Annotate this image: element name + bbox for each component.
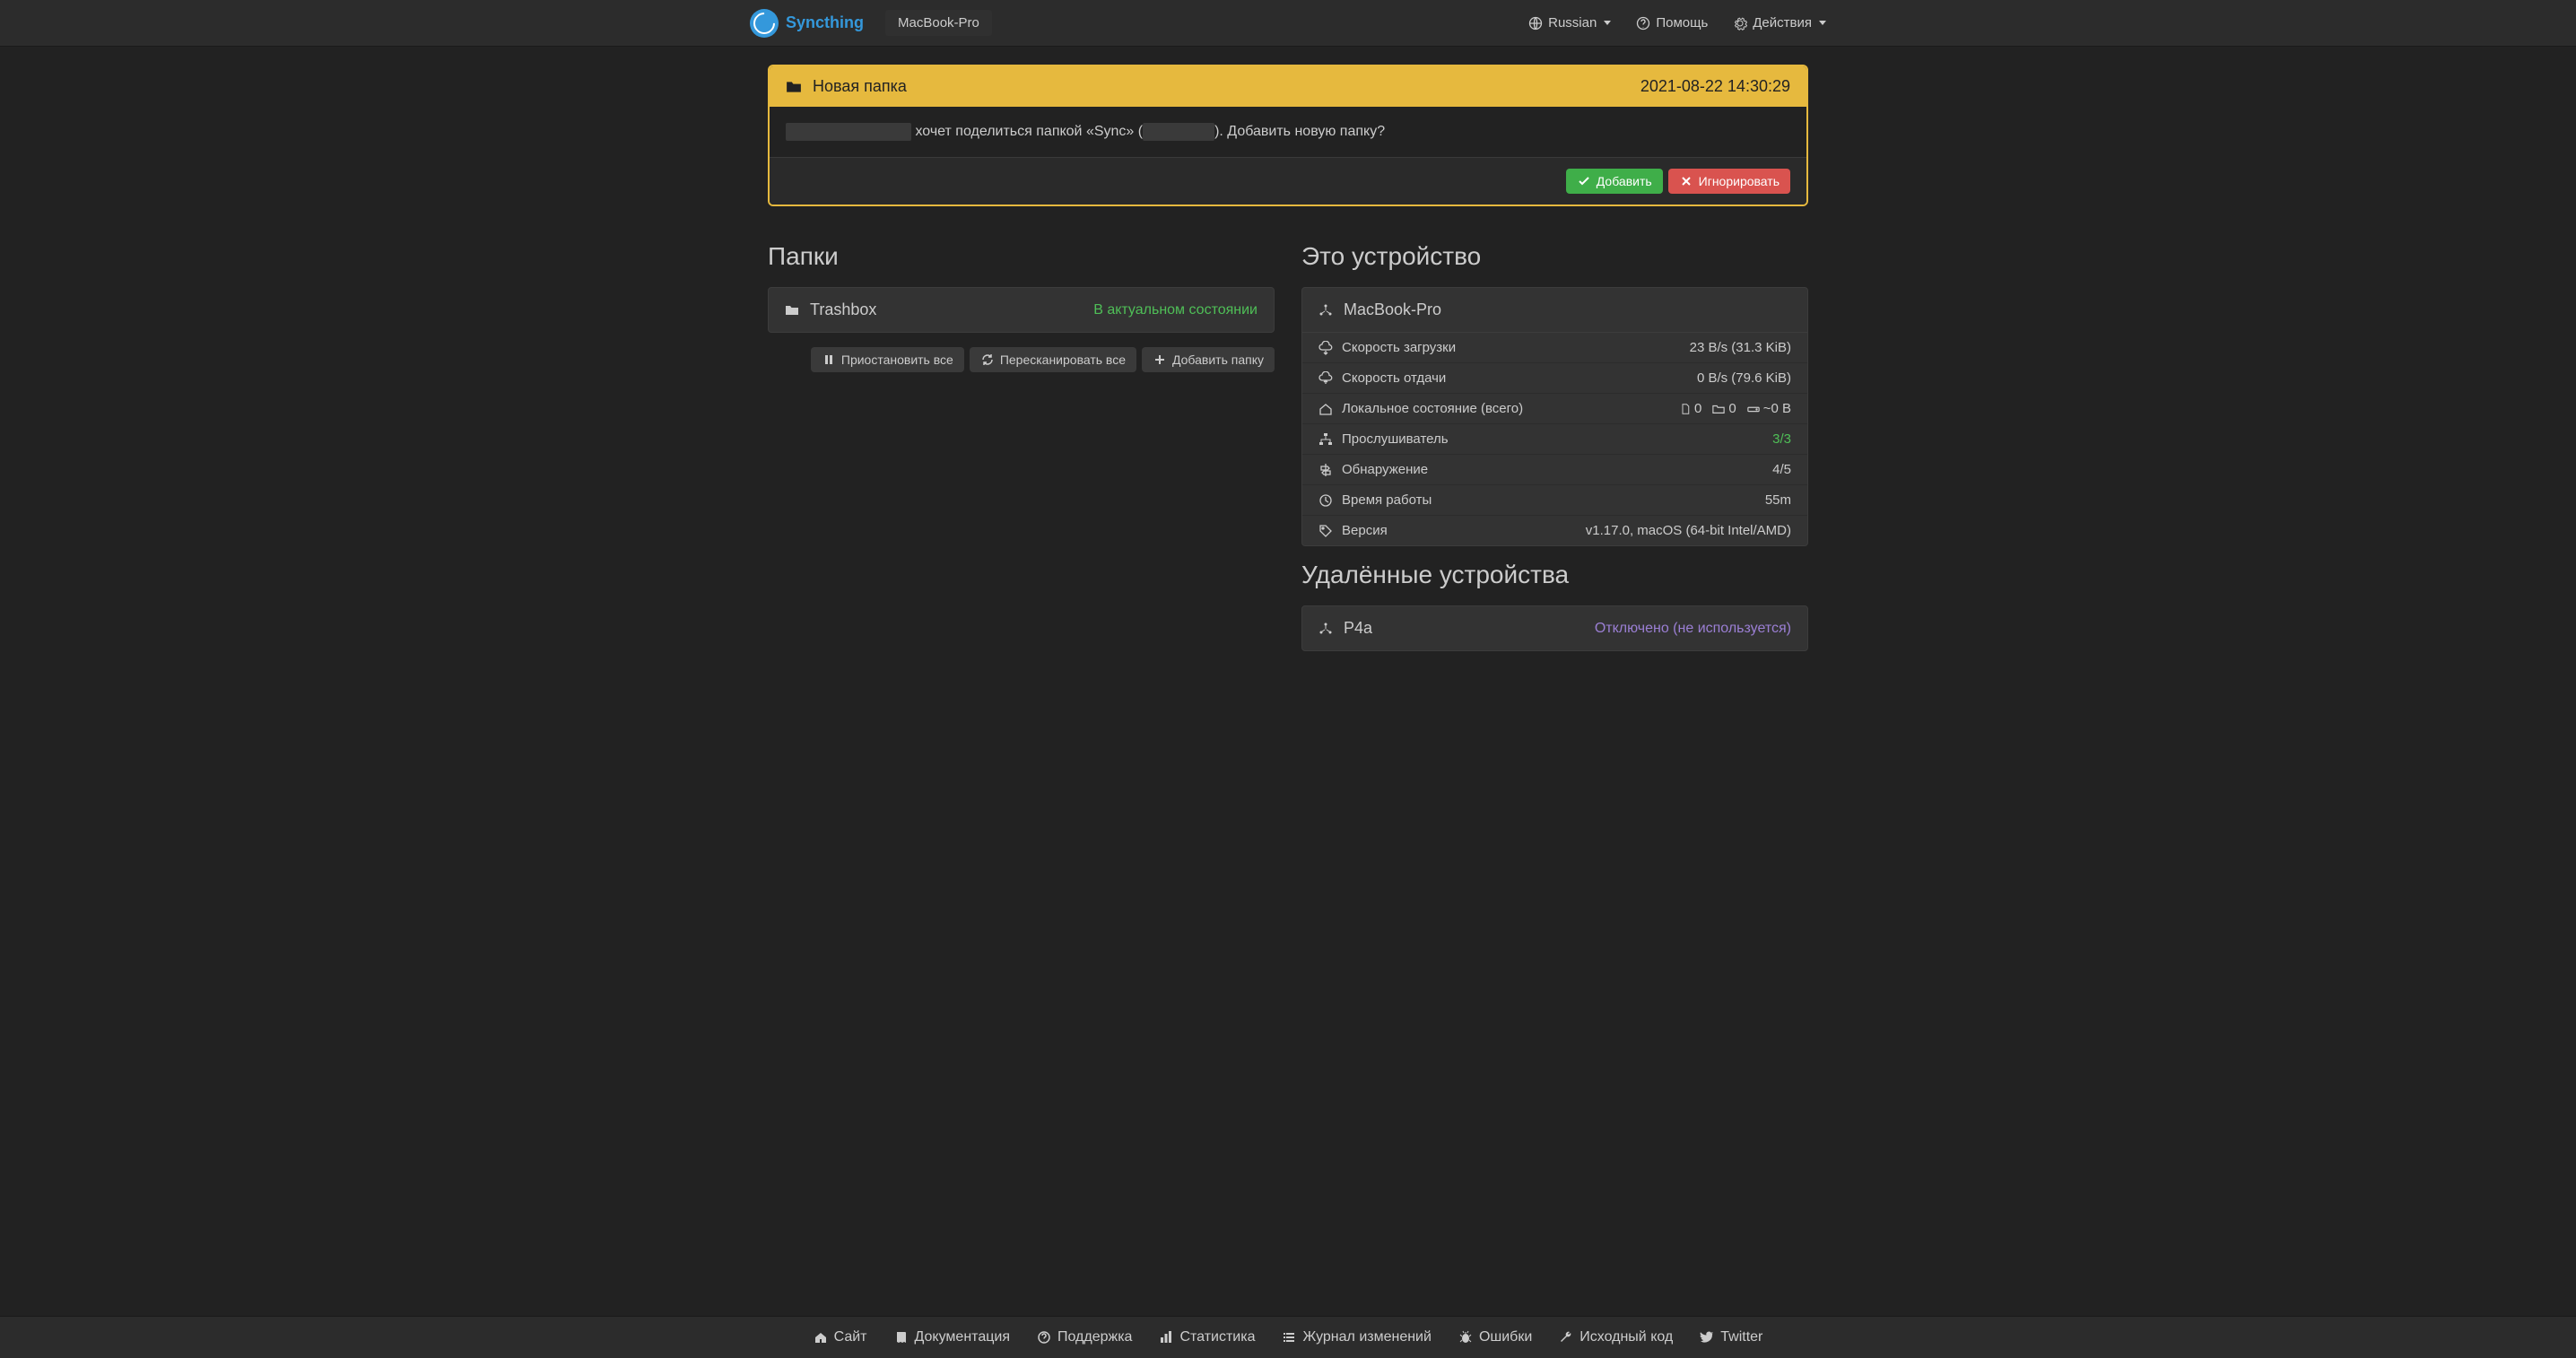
bar-chart-icon — [1159, 1330, 1173, 1345]
book-icon — [894, 1330, 909, 1345]
cog-icon — [1733, 16, 1747, 30]
stat-row-version: Версия v1.17.0, macOS (64-bit Intel/AMD) — [1302, 516, 1807, 545]
footer-twitter-link[interactable]: Twitter — [1700, 1329, 1762, 1345]
remote-device-name: P4a — [1344, 619, 1372, 638]
remote-device-status: Отключено (не используется) — [1595, 621, 1791, 637]
folder-icon — [1712, 402, 1725, 416]
alert-message: . хочет поделиться папкой «Sync» (.). До… — [770, 107, 1806, 157]
alert-timestamp: 2021-08-22 14:30:29 — [1640, 77, 1790, 96]
add-button[interactable]: Добавить — [1566, 169, 1663, 194]
brand[interactable]: Syncthing — [750, 9, 864, 38]
cloud-upload-icon — [1318, 371, 1333, 386]
plus-icon — [1153, 353, 1167, 367]
rescan-all-button[interactable]: Пересканировать все — [970, 347, 1136, 372]
footer-support-link[interactable]: Поддержка — [1037, 1329, 1132, 1345]
folder-name: Trashbox — [810, 300, 876, 319]
navbar: Syncthing MacBook-Pro Russian Помощь — [0, 0, 2576, 47]
stat-row-upload: Скорость отдачи 0 B/s (79.6 KiB) — [1302, 363, 1807, 394]
pause-all-button[interactable]: Приостановить все — [811, 347, 964, 372]
actions-dropdown[interactable]: Действия — [1733, 15, 1826, 30]
ignore-button[interactable]: Игнорировать — [1668, 169, 1790, 194]
footer-docs-link[interactable]: Документация — [894, 1329, 1010, 1345]
caret-down-icon — [1604, 21, 1611, 25]
footer: Сайт Документация Поддержка Статистика Ж… — [0, 1316, 2576, 1358]
footer-changelog-link[interactable]: Журнал изменений — [1282, 1329, 1431, 1345]
alert-title: Новая папка — [813, 77, 907, 96]
device-icon — [1318, 303, 1333, 318]
footer-stats-link[interactable]: Статистика — [1159, 1329, 1255, 1345]
pause-icon — [822, 353, 836, 367]
alert-header: Новая папка 2021-08-22 14:30:29 — [770, 66, 1806, 107]
clock-icon — [1318, 493, 1333, 508]
redacted-folder-id: . — [1143, 123, 1214, 141]
folders-heading: Папки — [768, 242, 1275, 271]
signpost-icon — [1318, 463, 1333, 477]
remote-devices-heading: Удалённые устройства — [1301, 561, 1808, 589]
this-device-heading: Это устройство — [1301, 242, 1808, 271]
add-folder-button[interactable]: Добавить папку — [1142, 347, 1275, 372]
redacted-device: . — [786, 123, 911, 141]
folder-panel[interactable]: Trashbox В актуальном состоянии — [768, 287, 1275, 333]
this-device-panel: MacBook-Pro Скорость загрузки 23 B/s (31… — [1301, 287, 1808, 546]
stat-row-local-state: Локальное состояние (всего) 0 — [1302, 394, 1807, 424]
check-icon — [1577, 174, 1591, 188]
home-icon — [814, 1330, 828, 1345]
syncthing-logo-icon — [750, 9, 779, 38]
folder-status: В актуальном состоянии — [1093, 302, 1258, 318]
home-icon — [1318, 402, 1333, 416]
list-icon — [1282, 1330, 1296, 1345]
sitemap-icon — [1318, 432, 1333, 447]
help-link[interactable]: Помощь — [1636, 15, 1708, 30]
stat-row-uptime: Время работы 55m — [1302, 485, 1807, 516]
device-icon — [1318, 622, 1333, 636]
close-icon — [1679, 174, 1693, 188]
stat-row-discovery: Обнаружение 4/5 — [1302, 455, 1807, 485]
caret-down-icon — [1819, 21, 1826, 25]
brand-text: Syncthing — [786, 13, 864, 32]
this-device-header[interactable]: MacBook-Pro — [1302, 288, 1807, 332]
question-circle-icon — [1636, 16, 1650, 30]
cloud-download-icon — [1318, 341, 1333, 355]
folder-icon — [785, 303, 799, 318]
file-icon — [1680, 402, 1691, 416]
folder-icon — [786, 79, 802, 95]
stat-row-download: Скорость загрузки 23 B/s (31.3 KiB) — [1302, 333, 1807, 363]
footer-site-link[interactable]: Сайт — [814, 1329, 867, 1345]
device-name: MacBook-Pro — [1344, 300, 1441, 319]
language-dropdown[interactable]: Russian — [1528, 15, 1611, 30]
nav-device-name[interactable]: MacBook-Pro — [885, 10, 992, 36]
twitter-icon — [1700, 1330, 1714, 1345]
hdd-icon — [1747, 402, 1760, 416]
footer-bugs-link[interactable]: Ошибки — [1458, 1329, 1532, 1345]
wrench-icon — [1559, 1330, 1573, 1345]
remote-device-panel[interactable]: P4a Отключено (не используется) — [1301, 605, 1808, 651]
pending-folder-alert: Новая папка 2021-08-22 14:30:29 . хочет … — [768, 65, 1808, 206]
bug-icon — [1458, 1330, 1473, 1345]
globe-icon — [1528, 16, 1543, 30]
stat-row-listeners: Прослушиватель 3/3 — [1302, 424, 1807, 455]
question-circle-icon — [1037, 1330, 1051, 1345]
refresh-icon — [980, 353, 995, 367]
footer-source-link[interactable]: Исходный код — [1559, 1329, 1673, 1345]
tag-icon — [1318, 524, 1333, 538]
